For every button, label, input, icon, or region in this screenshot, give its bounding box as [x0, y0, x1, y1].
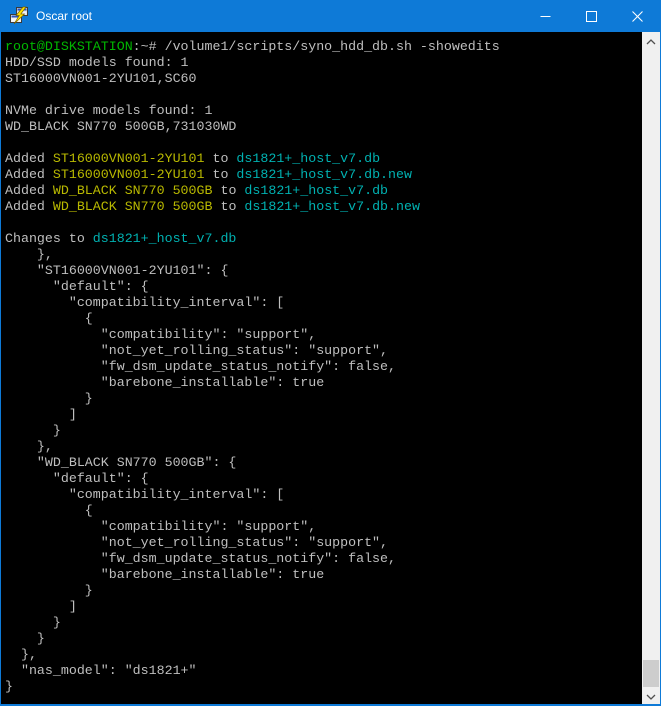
terminal-line: } — [5, 423, 642, 439]
terminal-line: NVMe drive models found: 1 — [5, 103, 642, 119]
chevron-down-icon — [646, 687, 656, 705]
maximize-button[interactable] — [568, 0, 614, 32]
terminal-line: "fw_dsm_update_status_notify": false, — [5, 551, 642, 567]
terminal-output[interactable]: root@DISKSTATION:~# /volume1/scripts/syn… — [1, 32, 642, 704]
terminal-line: "not_yet_rolling_status": "support", — [5, 535, 642, 551]
terminal-line: } — [5, 391, 642, 407]
terminal-line: "compatibility_interval": [ — [5, 487, 642, 503]
terminal-line — [5, 215, 642, 231]
terminal-line: "barebone_installable": true — [5, 567, 642, 583]
putty-window: Oscar root root@DISKSTATION:~# /volume1/… — [0, 0, 661, 706]
terminal-line: }, — [5, 247, 642, 263]
terminal-line — [5, 87, 642, 103]
terminal-line: Changes to ds1821+_host_v7.db — [5, 231, 642, 247]
terminal-line: { — [5, 311, 642, 327]
close-button[interactable] — [614, 0, 660, 32]
terminal-line: }, — [5, 439, 642, 455]
terminal-line: } — [5, 679, 642, 695]
scrollbar[interactable] — [642, 32, 660, 704]
terminal-line: Added WD_BLACK SN770 500GB to ds1821+_ho… — [5, 199, 642, 215]
terminal-line: ] — [5, 407, 642, 423]
window-body: root@DISKSTATION:~# /volume1/scripts/syn… — [1, 32, 660, 704]
terminal-line: ] — [5, 599, 642, 615]
terminal-line — [5, 135, 642, 151]
terminal-line: "default": { — [5, 279, 642, 295]
scroll-down-button[interactable] — [642, 687, 660, 704]
terminal-line: { — [5, 503, 642, 519]
terminal-line: "not_yet_rolling_status": "support", — [5, 343, 642, 359]
terminal-line: Added WD_BLACK SN770 500GB to ds1821+_ho… — [5, 183, 642, 199]
terminal-line: "compatibility_interval": [ — [5, 295, 642, 311]
terminal-line: } — [5, 631, 642, 647]
window-title: Oscar root — [36, 9, 522, 23]
terminal-line: Added ST16000VN001-2YU101 to ds1821+_hos… — [5, 167, 642, 183]
scroll-up-button[interactable] — [642, 32, 660, 49]
terminal-line: "compatibility": "support", — [5, 327, 642, 343]
terminal-line: } — [5, 615, 642, 631]
terminal-line: Added ST16000VN001-2YU101 to ds1821+_hos… — [5, 151, 642, 167]
terminal-line: } — [5, 583, 642, 599]
terminal-line: "nas_model": "ds1821+" — [5, 663, 642, 679]
scrollbar-thumb[interactable] — [643, 660, 659, 687]
window-controls — [522, 0, 660, 32]
terminal-line: }, — [5, 647, 642, 663]
terminal-line: "fw_dsm_update_status_notify": false, — [5, 359, 642, 375]
terminal-line: "WD_BLACK SN770 500GB": { — [5, 455, 642, 471]
terminal-line: HDD/SSD models found: 1 — [5, 55, 642, 71]
chevron-up-icon — [646, 32, 656, 50]
terminal-line: "compatibility": "support", — [5, 519, 642, 535]
terminal-line: "default": { — [5, 471, 642, 487]
terminal-line: WD_BLACK SN770 500GB,731030WD — [5, 119, 642, 135]
terminal-line: root@DISKSTATION:~# /volume1/scripts/syn… — [5, 39, 642, 55]
title-bar[interactable]: Oscar root — [1, 0, 660, 32]
minimize-button[interactable] — [522, 0, 568, 32]
putty-app-icon — [9, 6, 29, 26]
terminal-line: ST16000VN001-2YU101,SC60 — [5, 71, 642, 87]
terminal-line: "barebone_installable": true — [5, 375, 642, 391]
terminal-line: "ST16000VN001-2YU101": { — [5, 263, 642, 279]
